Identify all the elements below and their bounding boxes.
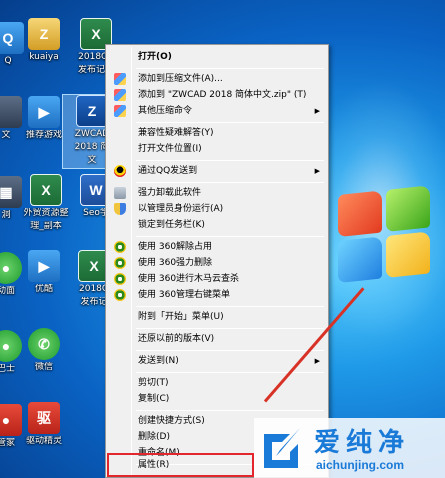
desktop-icon-driver-genius[interactable]: 驱 驱动精灵 [14,402,74,447]
menu-item-add-to-zip[interactable]: 添加到 "ZWCAD 2018 简体中文.zip" (T) [108,87,326,103]
360-icon [114,273,126,285]
watermark: 爱纯净 aichunjing.com [254,418,445,478]
360-icon [114,241,126,253]
menu-item-open-file-location[interactable]: 打开文件位置(I) [108,141,326,157]
zwcad-app-icon: Z [76,95,108,127]
archive-icon [114,89,126,101]
qq-icon [114,165,126,177]
menu-item-add-to-archive[interactable]: 添加到压缩文件(A)... [108,71,326,87]
youku-icon: ▶ [28,250,60,282]
watermark-url: aichunjing.com [316,458,405,472]
menu-separator [136,182,324,183]
menu-item-360-trojan-scan[interactable]: 使用 360进行木马云查杀 [108,271,326,287]
highlight-box [107,453,254,477]
menu-separator [136,328,324,329]
menu-separator [136,372,324,373]
wechat-icon: ✆ [28,328,60,360]
archive-icon [114,105,126,117]
submenu-arrow-icon: ▶ [314,167,320,175]
menu-item-copy[interactable]: 复制(C) [108,391,326,407]
menu-separator [136,68,324,69]
menu-item-360-manage-menu[interactable]: 使用 360管理右键菜单 [108,287,326,303]
menu-item-other-compress[interactable]: 其他压缩命令 ▶ [108,103,326,119]
menu-separator [136,306,324,307]
menu-separator [136,160,324,161]
360-icon [114,289,126,301]
menu-separator [136,122,324,123]
menu-item-run-as-admin[interactable]: 以管理员身份运行(A) [108,201,326,217]
menu-item-pin-start[interactable]: 附到「开始」菜单(U) [108,309,326,325]
menu-item-360-force-delete[interactable]: 使用 360强力删除 [108,255,326,271]
submenu-arrow-icon: ▶ [314,107,320,115]
trash-icon [114,187,126,199]
menu-item-cut[interactable]: 剪切(T) [108,375,326,391]
menu-separator [136,410,324,411]
submenu-arrow-icon: ▶ [314,357,320,365]
archive-icon [114,73,126,85]
menu-separator [136,350,324,351]
menu-item-send-via-qq[interactable]: 通过QQ发送到 ▶ [108,163,326,179]
watermark-logo-icon [264,428,300,468]
menu-item-compat-troubleshoot[interactable]: 兼容性疑难解答(Y) [108,125,326,141]
menu-item-restore-versions[interactable]: 还原以前的版本(V) [108,331,326,347]
menu-item-360-unlock[interactable]: 使用 360解除占用 [108,239,326,255]
context-menu: 打开(O) 添加到压缩文件(A)... 添加到 "ZWCAD 2018 简体中文… [105,44,329,478]
watermark-title: 爱纯净 [314,428,411,458]
games-icon: ▶ [28,96,60,128]
driver-genius-icon: 驱 [28,402,60,434]
menu-item-force-uninstall[interactable]: 强力卸载此软件 [108,185,326,201]
desktop-icon-wechat[interactable]: ✆ 微信 [14,328,74,373]
desktop-icon-kuaiya[interactable]: Z kuaiya [14,18,74,63]
excel-file-icon: X [30,174,62,206]
windows-logo [338,185,434,287]
archive-app-icon: Z [28,18,60,50]
menu-item-open[interactable]: 打开(O) [108,49,326,65]
360-icon [114,257,126,269]
menu-item-pin-taskbar[interactable]: 锁定到任务栏(K) [108,217,326,233]
menu-separator [136,236,324,237]
shield-icon [114,203,126,215]
